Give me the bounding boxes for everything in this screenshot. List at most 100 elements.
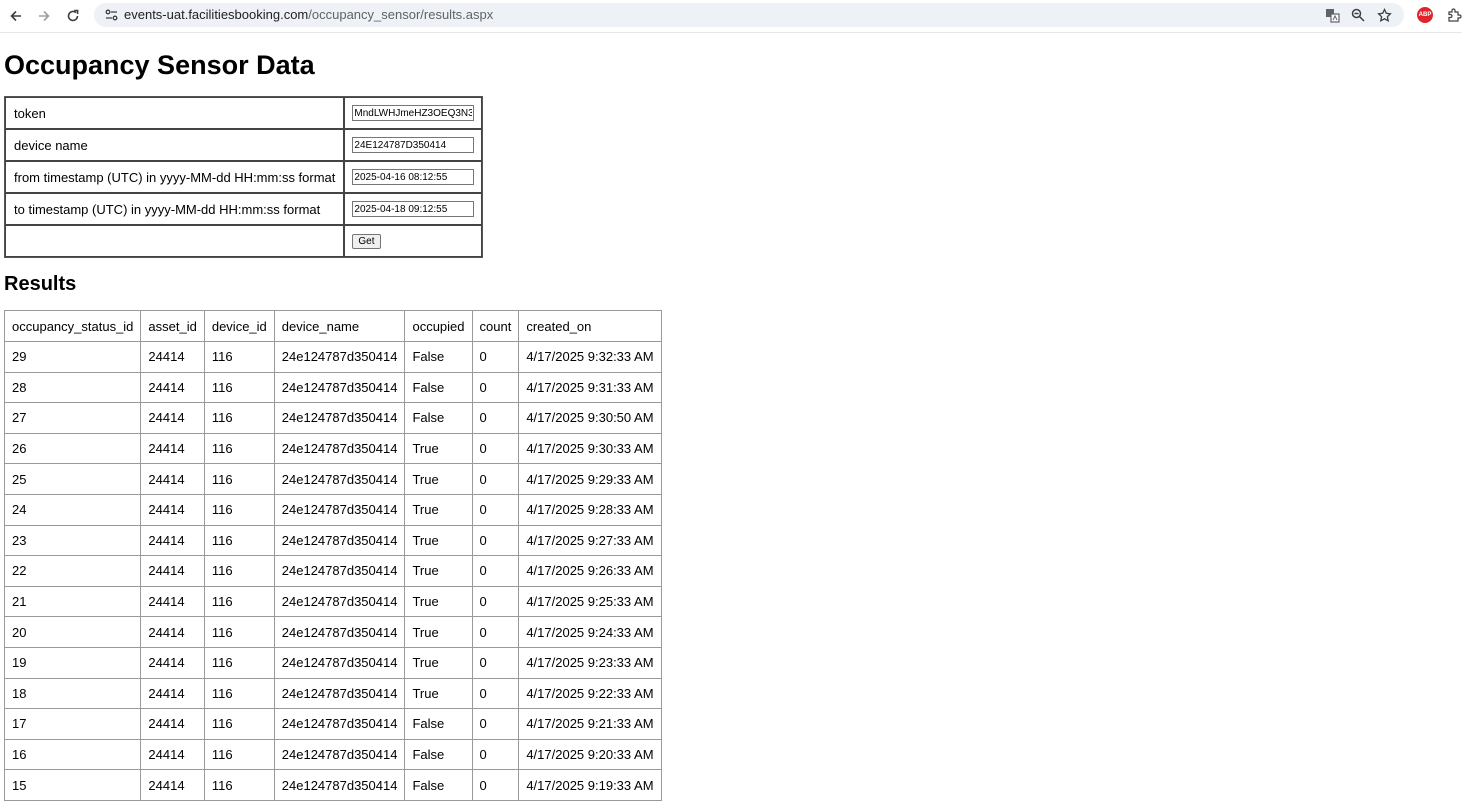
table-cell: 24414 <box>140 463 205 495</box>
form-row-from-timestamp: from timestamp (UTC) in yyyy-MM-dd HH:mm… <box>5 161 483 193</box>
table-cell: 0 <box>471 432 520 465</box>
token-input[interactable] <box>352 105 475 121</box>
table-cell: True <box>404 493 473 526</box>
table-cell: 24e124787d350414 <box>273 708 406 740</box>
table-cell: 15 <box>3 769 142 801</box>
table-cell: 116 <box>203 524 275 557</box>
table-cell: 24414 <box>140 738 205 771</box>
table-row: 24 24414 116 24e124787d350414 True 0 4/17/2025… <box>3 493 662 526</box>
table-cell: True <box>404 585 473 618</box>
page-title: Occupancy Sensor Data <box>4 50 315 80</box>
table-cell: 4/17/2025 9:19:33 AM <box>518 769 662 801</box>
column-header: occupied <box>404 310 473 342</box>
site-info-icon[interactable] <box>103 7 119 23</box>
column-header: count <box>471 310 520 342</box>
table-cell: 4/17/2025 9:32:33 AM <box>518 341 662 373</box>
table-row: 17 24414 116 24e124787d350414 False 0 4/17/202… <box>3 708 662 740</box>
table-cell: 0 <box>471 402 520 434</box>
extensions-puzzle-icon[interactable] <box>1445 6 1462 24</box>
table-cell: 24e124787d350414 <box>273 616 406 648</box>
table-cell: 4/17/2025 9:20:33 AM <box>518 738 662 771</box>
table-cell: False <box>404 402 473 434</box>
table-cell: 116 <box>203 371 275 404</box>
table-cell: 24 <box>3 493 142 526</box>
url-host: events-uat.facilitiesbooking.com <box>124 7 309 22</box>
table-cell: 24414 <box>140 677 205 710</box>
from-timestamp-cell <box>344 161 483 193</box>
table-cell: 24e124787d350414 <box>273 493 406 526</box>
results-table: occupancy_status_id asset_id device_id d… <box>3 310 662 801</box>
token-cell <box>344 97 483 129</box>
table-row: 25 24414 116 24e124787d350414 True 0 4/17/2025… <box>3 463 662 495</box>
table-cell: True <box>404 432 473 465</box>
table-cell: 24e124787d350414 <box>273 677 406 710</box>
table-cell: 4/17/2025 9:26:33 AM <box>518 555 662 587</box>
table-cell: 0 <box>471 708 520 740</box>
empty-cell <box>5 225 345 257</box>
table-row: 15 24414 116 24e124787d350414 False 0 4/17/202… <box>3 769 662 801</box>
table-cell: 24414 <box>140 371 205 404</box>
address-bar[interactable]: events-uat.facilitiesbooking.com/occupan… <box>94 3 1404 27</box>
adblock-extension-icon[interactable]: ABP <box>1417 7 1433 23</box>
table-cell: 116 <box>203 341 275 373</box>
to-timestamp-input[interactable] <box>352 201 475 217</box>
table-cell: 24e124787d350414 <box>273 646 406 679</box>
table-cell: 4/17/2025 9:29:33 AM <box>518 463 662 495</box>
device-name-cell <box>344 129 483 161</box>
table-cell: 4/17/2025 9:21:33 AM <box>518 708 662 740</box>
table-cell: 116 <box>203 677 275 710</box>
query-form: token device name from timestamp (UTC) i… <box>4 96 484 258</box>
table-cell: True <box>404 616 473 648</box>
forward-icon[interactable] <box>33 5 55 27</box>
table-cell: 24414 <box>140 769 205 801</box>
table-cell: 28 <box>3 371 142 404</box>
table-cell: 24414 <box>140 432 205 465</box>
url-path: /occupancy_sensor/results.aspx <box>308 7 494 22</box>
table-cell: True <box>404 677 473 710</box>
table-cell: 24414 <box>140 524 205 557</box>
url-text: events-uat.facilitiesbooking.com/occupan… <box>124 6 493 24</box>
table-cell: 24414 <box>140 341 205 373</box>
table-cell: 4/17/2025 9:27:33 AM <box>518 524 662 557</box>
results-body: 29 24414 116 24e124787d350414 False 0 4/17/202… <box>3 341 662 801</box>
table-cell: 24e124787d350414 <box>273 769 406 801</box>
table-cell: 4/17/2025 9:30:33 AM <box>518 432 662 465</box>
table-cell: 16 <box>3 738 142 771</box>
table-cell: 4/17/2025 9:22:33 AM <box>518 677 662 710</box>
table-cell: True <box>404 646 473 679</box>
form-row-token: token <box>5 97 483 129</box>
to-timestamp-label: to timestamp (UTC) in yyyy-MM-dd HH:mm:s… <box>5 193 345 225</box>
table-cell: 116 <box>203 738 275 771</box>
submit-cell: Get <box>344 225 483 257</box>
form-row-to-timestamp: to timestamp (UTC) in yyyy-MM-dd HH:mm:s… <box>5 193 483 225</box>
table-cell: 24e124787d350414 <box>273 402 406 434</box>
bookmark-star-icon[interactable] <box>1375 6 1393 24</box>
table-cell: 24414 <box>140 585 205 618</box>
table-row: 20 24414 116 24e124787d350414 True 0 4/17/2025… <box>3 616 662 648</box>
device-name-label: device name <box>5 129 345 161</box>
table-cell: 24414 <box>140 646 205 679</box>
device-name-input[interactable] <box>352 137 475 153</box>
table-row: 19 24414 116 24e124787d350414 True 0 4/17/2025… <box>3 646 662 679</box>
table-cell: False <box>404 371 473 404</box>
browser-toolbar: events-uat.facilitiesbooking.com/occupan… <box>0 0 1462 33</box>
table-cell: 0 <box>471 524 520 557</box>
column-header: created_on <box>518 310 662 342</box>
table-cell: 116 <box>203 646 275 679</box>
results-heading: Results <box>4 273 77 295</box>
table-row: 21 24414 116 24e124787d350414 True 0 4/17/2025… <box>3 585 662 618</box>
table-cell: 0 <box>471 646 520 679</box>
table-cell: 27 <box>3 402 142 434</box>
reload-icon[interactable] <box>62 5 84 27</box>
translate-icon[interactable] <box>1323 6 1341 24</box>
back-icon[interactable] <box>5 5 27 27</box>
table-cell: 0 <box>471 738 520 771</box>
from-timestamp-input[interactable] <box>352 169 475 185</box>
token-label: token <box>5 97 345 129</box>
table-cell: 4/17/2025 9:30:50 AM <box>518 402 662 434</box>
zoom-icon[interactable] <box>1349 6 1367 24</box>
table-cell: 24414 <box>140 708 205 740</box>
table-cell: 0 <box>471 616 520 648</box>
get-button[interactable]: Get <box>352 233 381 249</box>
column-header: device_name <box>273 310 406 342</box>
